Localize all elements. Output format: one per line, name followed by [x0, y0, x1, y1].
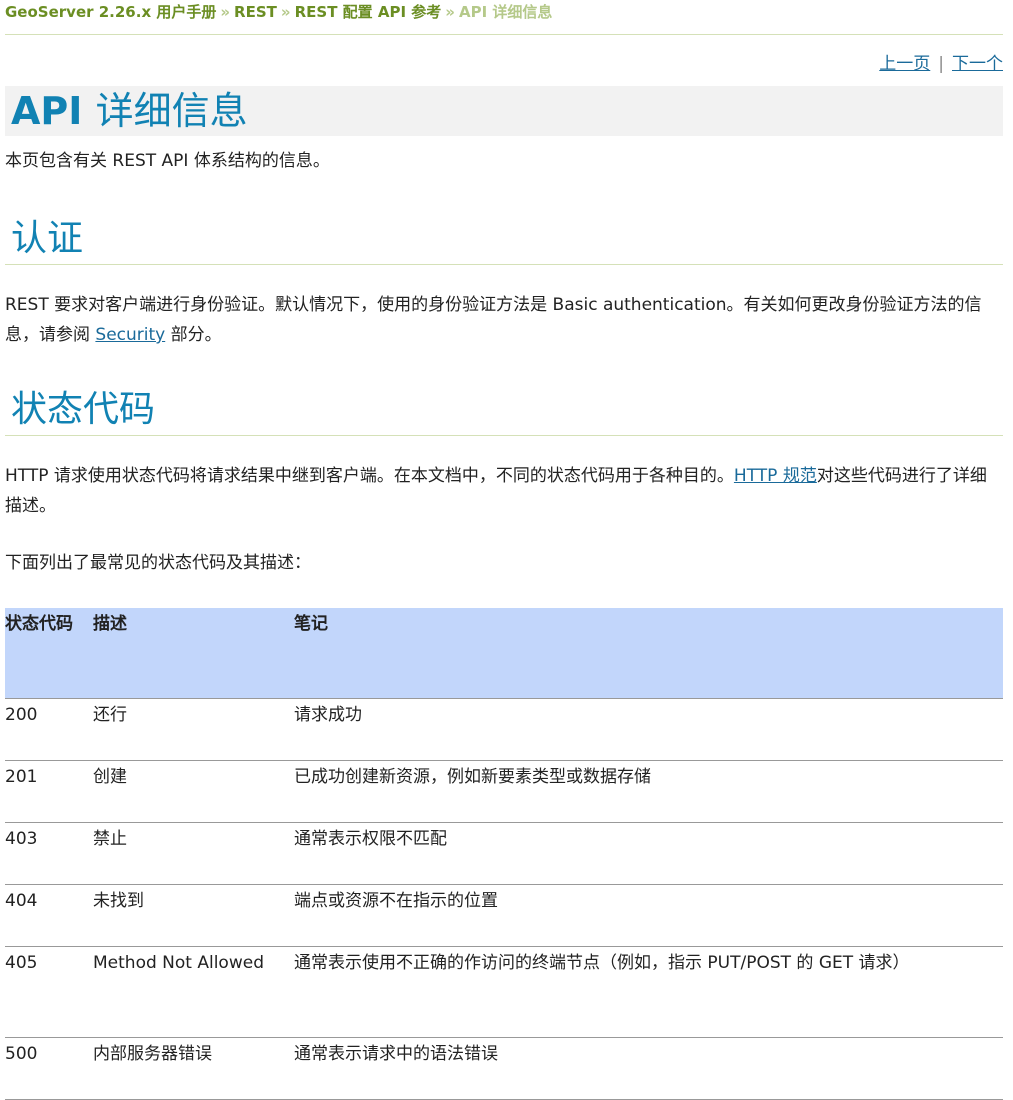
document-page: GeoServer 2.26.x 用户手册» REST» REST 配置 API 参… [5, 0, 1003, 1100]
http-spec-link[interactable]: HTTP 规范 [734, 466, 817, 486]
section-heading-status-codes: 状态代码 [5, 385, 1003, 436]
header-status-code: 状态代码 [5, 608, 93, 699]
cell-note: 通常表示权限不匹配 [294, 822, 1003, 885]
table-row: 200 还行 请求成功 [5, 698, 1003, 761]
cell-note: 通常表示使用不正确的作访问的终端节点（例如，指示 PUT/POST 的 GET … [294, 946, 1003, 1038]
status-text-before: HTTP 请求使用状态代码将请求结果中继到客户端。在本文档中，不同的状态代码用于… [5, 466, 734, 486]
page-title-rest: 详细信息 [95, 89, 248, 133]
section-heading-auth: 认证 [5, 214, 1003, 265]
breadcrumb-link-rest-api-reference[interactable]: REST 配置 API 参考 [295, 3, 442, 21]
cell-description: 禁止 [93, 822, 294, 885]
prev-page-link[interactable]: 上一页 [879, 54, 930, 74]
breadcrumb-separator: » [220, 3, 231, 21]
breadcrumb-current: API 详细信息 [458, 3, 553, 21]
cell-description: 未找到 [93, 884, 294, 947]
cell-note: 通常表示请求中的语法错误 [294, 1037, 1003, 1100]
header-notes: 笔记 [294, 608, 1003, 699]
status-paragraph: HTTP 请求使用状态代码将请求结果中继到客户端。在本文档中，不同的状态代码用于… [5, 461, 1003, 521]
breadcrumb-link-manual[interactable]: GeoServer 2.26.x 用户手册 [5, 3, 216, 21]
cell-note: 端点或资源不在指示的位置 [294, 884, 1003, 947]
table-row: 405 Method Not Allowed 通常表示使用不正确的作访问的终端节… [5, 946, 1003, 1038]
cell-code: 201 [5, 760, 93, 823]
page-title: API 详细信息 [5, 86, 1003, 136]
breadcrumb-link-rest[interactable]: REST [234, 3, 277, 21]
table-row: 404 未找到 端点或资源不在指示的位置 [5, 884, 1003, 947]
table-row: 201 创建 已成功创建新资源，例如新要素类型或数据存储 [5, 760, 1003, 823]
nav-divider: | [938, 54, 944, 74]
cell-code: 405 [5, 946, 93, 1038]
cell-description: 还行 [93, 698, 294, 761]
cell-note: 已成功创建新资源，例如新要素类型或数据存储 [294, 760, 1003, 823]
cell-description: Method Not Allowed [93, 946, 294, 1038]
cell-code: 404 [5, 884, 93, 947]
cell-code: 403 [5, 822, 93, 885]
status-code-table: 状态代码 描述 笔记 200 还行 请求成功 201 创建 已成功创建新资源，例… [5, 608, 1003, 1100]
cell-code: 500 [5, 1037, 93, 1100]
header-description: 描述 [93, 608, 294, 699]
intro-paragraph: 本页包含有关 REST API 体系结构的信息。 [5, 151, 330, 171]
cell-description: 创建 [93, 760, 294, 823]
breadcrumb-separator: » [445, 3, 455, 21]
table-row: 500 内部服务器错误 通常表示请求中的语法错误 [5, 1037, 1003, 1100]
auth-paragraph: REST 要求对客户端进行身份验证。默认情况下，使用的身份验证方法是 Basic… [5, 290, 1003, 350]
table-header-row: 状态代码 描述 笔记 [5, 608, 1003, 699]
table-row: 403 禁止 通常表示权限不匹配 [5, 822, 1003, 885]
page-navigation: 上一页 | 下一个 [5, 51, 1003, 77]
page-title-bold: API [11, 89, 83, 133]
cell-note: 请求成功 [294, 698, 1003, 761]
cell-code: 200 [5, 698, 93, 761]
auth-text-after: 部分。 [165, 325, 222, 345]
breadcrumb-separator: » [280, 3, 291, 21]
cell-description: 内部服务器错误 [93, 1037, 294, 1100]
next-page-link[interactable]: 下一个 [952, 54, 1003, 74]
breadcrumb: GeoServer 2.26.x 用户手册» REST» REST 配置 API 参… [5, 0, 1003, 35]
security-link[interactable]: Security [95, 325, 165, 345]
status-list-intro: 下面列出了最常见的状态代码及其描述： [5, 553, 311, 573]
